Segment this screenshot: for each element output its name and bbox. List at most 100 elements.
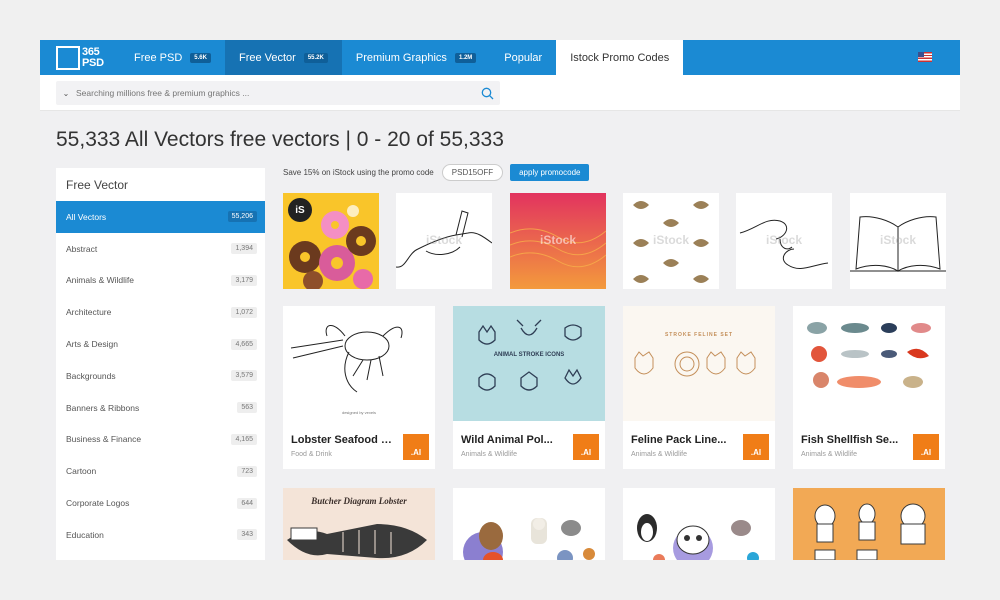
- cow-penguin-cartoon-illustration: [637, 514, 759, 560]
- sidebar-item-all-vectors[interactable]: All Vectors 55,206: [56, 201, 265, 233]
- feline-line-illustration: STROKE FELINE SET: [634, 332, 756, 377]
- sidebar-item-animals-wildlife[interactable]: Animals & Wildlife 3,179: [56, 265, 265, 297]
- logo-text: 365 PSD: [82, 45, 104, 69]
- sidebar-item-count: 343: [237, 529, 257, 541]
- ai-file-badge: .AI: [913, 434, 939, 460]
- lobster-engraving-illustration: designed by vexels: [290, 325, 403, 415]
- nav-count-badge: 1.2M: [454, 52, 477, 63]
- istock-logo-icon: iS: [288, 198, 312, 222]
- vector-card[interactable]: ANIMAL STROKE ICONS Wild Animal Pol... A…: [453, 306, 605, 469]
- vector-card[interactable]: STROKE FELINE SET Feline Pack Line... An…: [623, 306, 775, 469]
- istock-thumbnail-row: iS iStock iStock iStock iStock iStock: [283, 193, 946, 289]
- search-icon[interactable]: [474, 87, 500, 100]
- search-input[interactable]: [76, 88, 474, 98]
- sidebar-item-count: 3,579: [231, 370, 257, 382]
- card-title: Fish Shellfish Se...: [801, 434, 899, 446]
- sidebar-item-business-finance[interactable]: Business & Finance 4,165: [56, 424, 265, 456]
- sidebar-item-education[interactable]: Education 343: [56, 519, 265, 551]
- sidebar-item-corporate-logos[interactable]: Corporate Logos 644: [56, 487, 265, 519]
- ai-file-badge: .AI: [573, 434, 599, 460]
- dogs-cartoon-illustration: [814, 503, 926, 560]
- sidebar-item-label: Banners & Ribbons: [66, 402, 140, 413]
- sidebar-item-architecture[interactable]: Architecture 1,072: [56, 296, 265, 328]
- top-navbar: 365 PSD Free PSD 5.6K Free Vector 55.2K …: [40, 40, 960, 75]
- nav-free-psd[interactable]: Free PSD 5.6K: [120, 40, 225, 75]
- card-image: Butcher Diagram Lobster: [283, 488, 435, 560]
- nav-popular[interactable]: Popular: [490, 40, 556, 75]
- promo-bar: Save 15% on iStock using the promo code …: [283, 162, 590, 182]
- sidebar-item-count: 723: [237, 465, 257, 477]
- apply-promocode-button[interactable]: apply promocode: [510, 163, 590, 181]
- card-image: ANIMAL STROKE ICONS: [453, 306, 605, 421]
- animal-band-cartoon-illustration: [463, 518, 595, 560]
- sidebar-item-label: Backgrounds: [66, 370, 116, 381]
- card-category: Animals & Wildlife: [461, 451, 518, 458]
- sidebar-item-count: 1,072: [231, 306, 257, 318]
- ai-file-badge: .AI: [743, 434, 769, 460]
- us-flag-icon[interactable]: [918, 52, 932, 62]
- card-image-caption: ANIMAL STROKE ICONS: [494, 352, 565, 358]
- sidebar-item-cartoon[interactable]: Cartoon 723: [56, 455, 265, 487]
- nav-premium-graphics[interactable]: Premium Graphics 1.2M: [342, 40, 490, 75]
- vector-card[interactable]: [793, 488, 945, 560]
- search-bar-row: ⌄: [40, 75, 960, 111]
- istock-thumb-book[interactable]: iStock: [850, 193, 946, 289]
- card-image: STROKE FELINE SET: [623, 306, 775, 421]
- sidebar-item-count: 644: [237, 497, 257, 509]
- sidebar-item-arts-design[interactable]: Arts & Design 4,665: [56, 328, 265, 360]
- istock-thumb-abstract-lines[interactable]: iStock: [510, 193, 606, 289]
- sidebar-item-label: Arts & Design: [66, 339, 118, 350]
- card-image: [793, 306, 945, 421]
- site-logo[interactable]: 365 PSD: [40, 40, 120, 75]
- istock-thumb-ornament[interactable]: iStock: [623, 193, 719, 289]
- sidebar-item-count: 4,165: [231, 433, 257, 445]
- chevron-down-icon[interactable]: ⌄: [56, 89, 76, 98]
- card-image-caption: Butcher Diagram Lobster: [310, 496, 407, 506]
- istock-thumb-hand-pen[interactable]: iStock: [396, 193, 492, 289]
- card-category: Food & Drink: [291, 451, 332, 458]
- istock-watermark: iStock: [539, 233, 576, 247]
- nav-label: Free Vector: [238, 51, 296, 64]
- card-category: Animals & Wildlife: [631, 451, 688, 458]
- page-title: 55,333 All Vectors free vectors | 0 - 20…: [56, 128, 504, 151]
- card-image: [793, 488, 945, 560]
- sidebar-item-label: Cartoon: [66, 466, 97, 477]
- istock-watermark: iStock: [879, 233, 916, 247]
- istock-thumb-hands-heart[interactable]: iStock: [736, 193, 832, 289]
- istock-thumb-donuts[interactable]: iS: [283, 193, 379, 289]
- nav-istock-promo-codes[interactable]: Istock Promo Codes: [556, 40, 684, 75]
- istock-watermark: iStock: [765, 233, 802, 247]
- sidebar-item-count: 563: [237, 402, 257, 414]
- card-image: [453, 488, 605, 560]
- sidebar-item-label: Corporate Logos: [66, 498, 130, 509]
- animal-stroke-icons-illustration: ANIMAL STROKE ICONS: [478, 319, 582, 391]
- promo-code-pill[interactable]: PSD15OFF: [441, 163, 504, 181]
- sidebar-title: Free Vector: [66, 177, 129, 192]
- sidebar-item-banners-ribbons[interactable]: Banners & Ribbons 563: [56, 392, 265, 424]
- card-title: Lobster Seafood Engraving: [291, 434, 399, 446]
- vector-card[interactable]: [453, 488, 605, 560]
- sidebar-item-label: Animals & Wildlife: [66, 275, 135, 286]
- nav-label: Popular: [504, 51, 543, 64]
- nav-label: Istock Promo Codes: [570, 51, 670, 64]
- sidebar-item-abstract[interactable]: Abstract 1,394: [56, 233, 265, 265]
- vector-card[interactable]: [623, 488, 775, 560]
- card-category: Animals & Wildlife: [801, 451, 858, 458]
- sidebar-item-count: 3,179: [231, 274, 257, 286]
- card-image: designed by vexels: [283, 306, 435, 421]
- card-title: Wild Animal Pol...: [461, 434, 553, 446]
- sidebar-item-label: Abstract: [66, 243, 98, 254]
- sidebar-item-label: Education: [66, 529, 104, 540]
- vector-card[interactable]: designed by vexels Lobster Seafood Engra…: [283, 306, 435, 469]
- sidebar-item-label: All Vectors: [66, 211, 107, 222]
- nav-free-vector[interactable]: Free Vector 55.2K: [224, 40, 342, 75]
- card-image-caption: STROKE FELINE SET: [665, 332, 733, 338]
- card-image: [623, 488, 775, 560]
- search-box: ⌄: [56, 81, 500, 105]
- vector-card[interactable]: Butcher Diagram Lobster: [283, 488, 435, 560]
- sidebar-item-count: 55,206: [227, 211, 257, 223]
- category-sidebar: Free Vector All Vectors 55,206 Abstract 1,…: [56, 168, 265, 560]
- sidebar-item-backgrounds[interactable]: Backgrounds 3,579: [56, 360, 265, 392]
- vector-card[interactable]: Fish Shellfish Se... Animals & Wildlife …: [793, 306, 945, 469]
- sidebar-item-label: Architecture: [66, 307, 112, 318]
